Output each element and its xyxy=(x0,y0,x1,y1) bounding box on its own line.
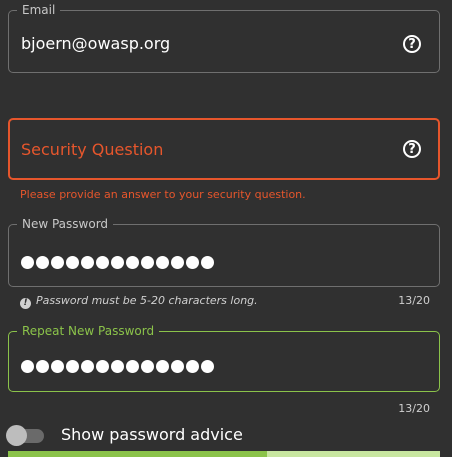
password-mask-dot xyxy=(126,360,139,373)
password-mask-dot xyxy=(141,360,154,373)
password-mask-dot xyxy=(156,256,169,269)
password-mask-dot xyxy=(186,360,199,373)
email-value: bjoern@owasp.org xyxy=(21,34,171,53)
password-advice-toggle[interactable]: Show password advice xyxy=(6,425,308,446)
exclamation-circle-icon: ! xyxy=(20,297,31,309)
password-mask-dot xyxy=(201,256,214,269)
new-password-label: New Password xyxy=(17,217,114,231)
new-password-hint: ! Password must be 5-20 characters long. xyxy=(20,294,258,309)
password-mask-dot xyxy=(66,360,79,373)
new-password-hint-text: Password must be 5-20 characters long. xyxy=(36,294,258,307)
password-mask-dot xyxy=(36,256,49,269)
password-mask-dot xyxy=(141,256,154,269)
password-mask-dot xyxy=(81,256,94,269)
password-mask-dot xyxy=(51,256,64,269)
security-question-placeholder: Security Question xyxy=(21,140,164,159)
password-mask-dot xyxy=(171,360,184,373)
repeat-password-masked-value xyxy=(21,360,214,373)
password-mask-dot xyxy=(21,360,34,373)
help-circle-icon[interactable]: ? xyxy=(403,35,421,53)
password-mask-dot xyxy=(81,360,94,373)
repeat-password-label: Repeat New Password xyxy=(17,324,160,338)
password-mask-dot xyxy=(96,256,109,269)
new-password-field[interactable]: New Password xyxy=(8,217,440,287)
help-circle-icon[interactable]: ? xyxy=(403,140,421,158)
security-question-error: Please provide an answer to your securit… xyxy=(20,188,306,201)
new-password-masked-value xyxy=(21,256,214,269)
password-mask-dot xyxy=(171,256,184,269)
email-label: Email xyxy=(17,3,61,17)
password-mask-dot xyxy=(36,360,49,373)
password-mask-dot xyxy=(201,360,214,373)
password-mask-dot xyxy=(66,256,79,269)
password-mask-dot xyxy=(126,256,139,269)
security-question-field[interactable]: Security Question ? xyxy=(8,118,440,180)
email-field[interactable]: Email bjoern@owasp.org ? xyxy=(8,3,440,73)
toggle-thumb[interactable] xyxy=(6,425,27,446)
repeat-password-counter: 13/20 xyxy=(398,402,430,415)
password-advice-label: Show password advice xyxy=(61,425,243,444)
password-mask-dot xyxy=(111,360,124,373)
password-mask-dot xyxy=(96,360,109,373)
password-strength-bar xyxy=(8,451,440,457)
password-mask-dot xyxy=(21,256,34,269)
repeat-password-field[interactable]: Repeat New Password xyxy=(8,324,440,392)
password-mask-dot xyxy=(111,256,124,269)
password-strength-fill xyxy=(8,451,267,457)
password-mask-dot xyxy=(51,360,64,373)
password-mask-dot xyxy=(186,256,199,269)
password-mask-dot xyxy=(156,360,169,373)
new-password-counter: 13/20 xyxy=(398,294,430,307)
